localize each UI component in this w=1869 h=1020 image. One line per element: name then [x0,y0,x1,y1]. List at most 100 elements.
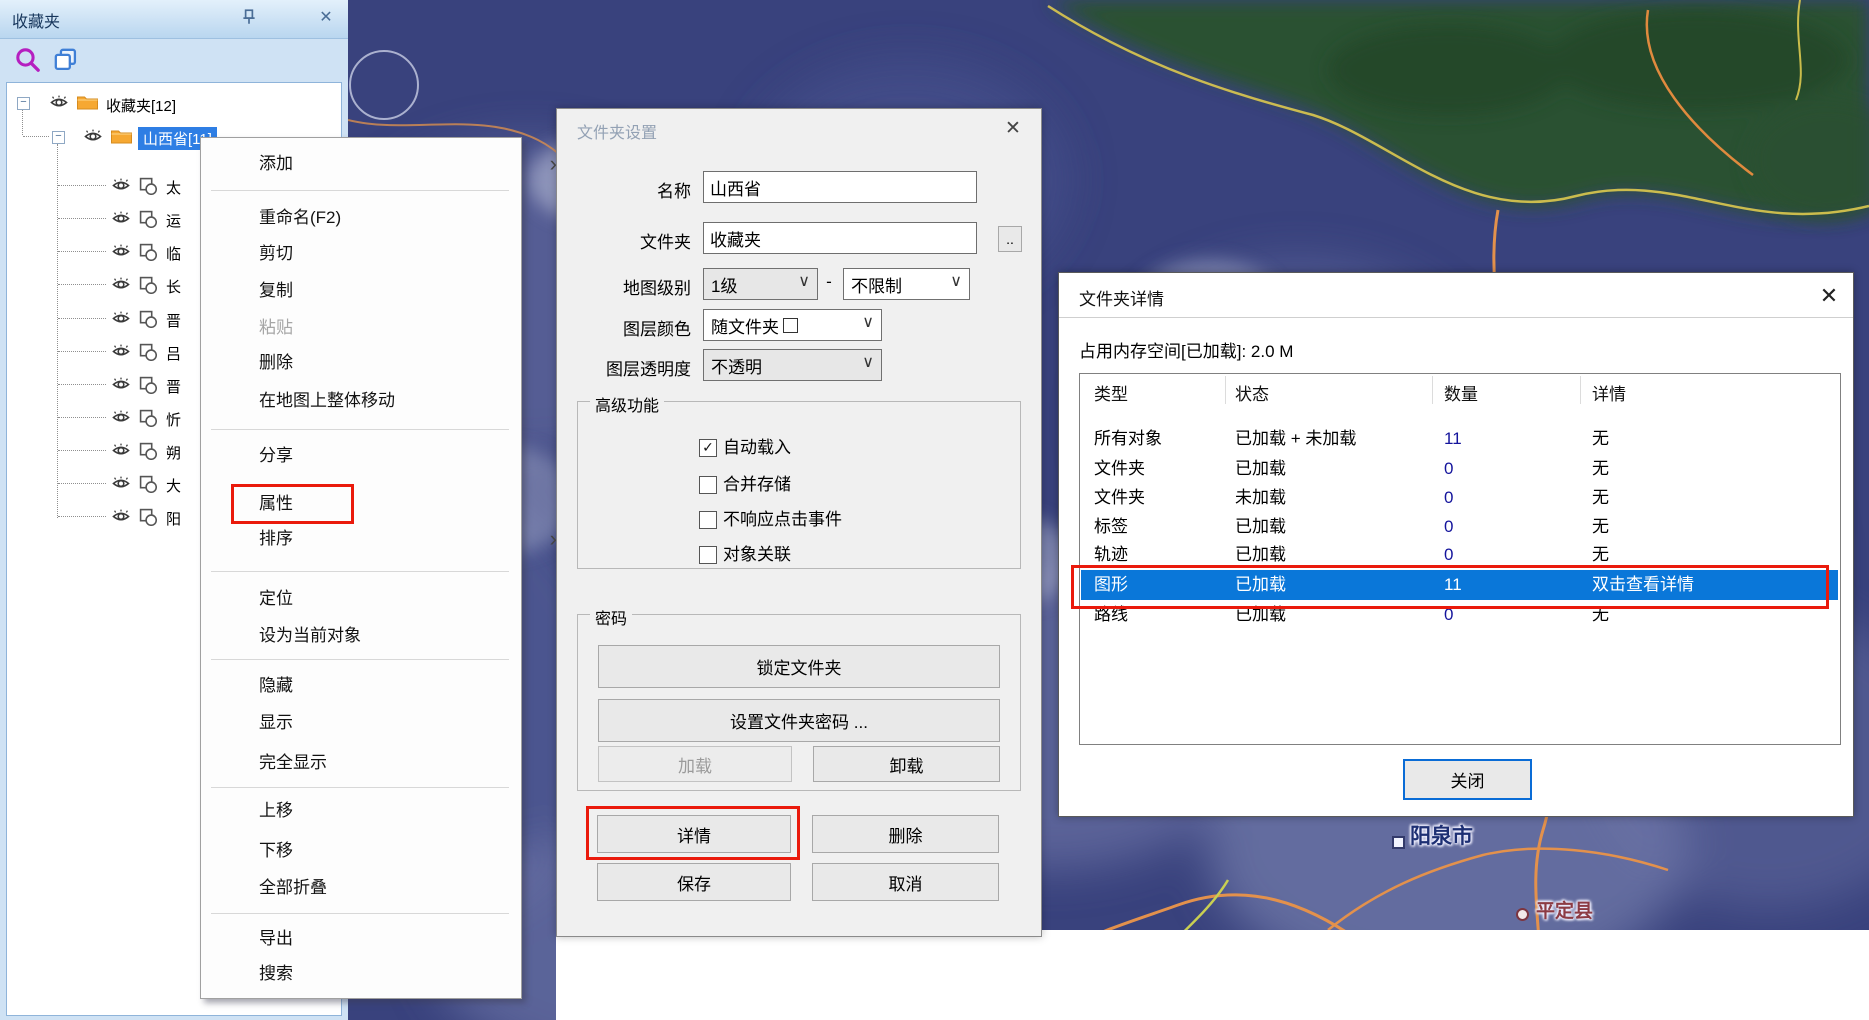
search-icon[interactable] [14,46,42,74]
tree-item[interactable]: 晋 [166,376,181,397]
eye-icon[interactable] [110,377,132,392]
table-cell[interactable]: 已加载 + 未加载 [1235,428,1356,450]
dialog-close-icon[interactable]: ✕ [1001,117,1025,140]
eye-icon[interactable] [110,476,132,491]
tree-item[interactable]: 忻 [166,409,181,430]
table-cell[interactable]: 标签 [1094,516,1128,538]
tree-item[interactable]: 朔 [166,442,181,463]
panel-close-icon[interactable]: ✕ [316,8,336,28]
tree-item[interactable]: 晋 [166,310,181,331]
table-cell[interactable]: 已加载 [1235,516,1286,538]
eye-icon[interactable] [110,509,132,524]
table-cell[interactable]: 已加载 [1235,544,1286,566]
tree-item[interactable]: 运 [166,210,181,231]
checkbox-merge-storage[interactable]: ✓ 合并存储 [699,475,791,495]
eye-icon[interactable] [110,211,132,226]
close-button[interactable]: 关闭 [1403,759,1532,800]
menu-item-copy[interactable]: 复制 [202,276,571,306]
collapse-toggle[interactable]: − [17,97,30,110]
table-cell[interactable]: 文件夹 [1094,458,1145,480]
tree-item[interactable]: 长 [166,276,181,297]
menu-item-export[interactable]: 导出 [202,924,571,954]
table-cell[interactable]: 无 [1592,487,1609,509]
menu-item-add[interactable]: 添加 › [202,149,571,179]
checkbox-auto-load[interactable]: ✓ 自动载入 [699,438,791,458]
menu-item-search[interactable]: 搜索 [202,959,571,989]
menu-item-move-on-map[interactable]: 在地图上整体移动 [202,386,571,416]
tree-item-root[interactable]: 收藏夹[12] [106,95,176,116]
tree-item[interactable]: 太 [166,177,181,198]
tree-item[interactable]: 阳 [166,508,181,529]
menu-item-cut[interactable]: 剪切 [202,239,571,269]
menu-item-set-current[interactable]: 设为当前对象 [202,621,571,651]
table-cell[interactable]: 无 [1592,458,1609,480]
menu-item-delete[interactable]: 删除 [202,348,571,378]
pin-icon[interactable] [240,8,260,28]
eye-icon[interactable] [110,410,132,425]
table-cell[interactable]: 0 [1444,604,1453,626]
eye-icon[interactable] [110,277,132,292]
table-cell-selected[interactable]: 已加载 [1235,574,1286,596]
table-cell[interactable]: 已加载 [1235,604,1286,626]
browse-button[interactable]: .. [998,226,1022,252]
collapse-toggle[interactable]: − [52,131,65,144]
menu-item-sort[interactable]: 排序 › [202,524,571,554]
menu-item-collapse-all[interactable]: 全部折叠 [202,873,571,903]
menu-item-move-up[interactable]: 上移 [202,796,571,826]
menu-item-rename[interactable]: 重命名(F2) [202,203,571,233]
set-password-button[interactable]: 设置文件夹密码 ... [598,699,1000,742]
details-button[interactable]: 详情 [597,815,791,853]
eye-icon[interactable] [110,311,132,326]
table-cell-selected[interactable]: 双击查看详情 [1592,574,1694,596]
eye-icon[interactable] [110,443,132,458]
eye-icon[interactable] [110,344,132,359]
folder-input[interactable] [703,222,977,254]
table-cell[interactable]: 无 [1592,516,1609,538]
copy-layers-icon[interactable] [52,46,80,74]
eye-icon[interactable] [110,244,132,259]
table-cell[interactable]: 所有对象 [1094,428,1162,450]
save-button[interactable]: 保存 [597,863,791,901]
tree-item[interactable]: 吕 [166,343,181,364]
tree-item[interactable]: 大 [166,475,181,496]
tree-item[interactable]: 临 [166,243,181,264]
table-cell[interactable]: 0 [1444,544,1453,566]
layer-color-select[interactable]: 随文件夹 ∨ [703,309,882,341]
unload-button[interactable]: 卸载 [813,746,1000,782]
map-level-from-select[interactable]: 1级 ∨ [703,268,818,300]
cancel-button[interactable]: 取消 [812,863,999,901]
lock-folder-button[interactable]: 锁定文件夹 [598,645,1000,688]
table-cell[interactable]: 轨迹 [1094,544,1128,566]
menu-item-locate[interactable]: 定位 [202,584,571,614]
table-cell[interactable]: 无 [1592,604,1609,626]
menu-item-show[interactable]: 显示 [202,708,571,738]
column-header-count[interactable]: 数量 [1444,380,1478,405]
layer-opacity-select[interactable]: 不透明 ∨ [703,349,882,381]
eye-icon[interactable] [48,95,70,110]
menu-item-hide[interactable]: 隐藏 [202,671,571,701]
table-cell[interactable]: 11 [1444,428,1462,450]
table-cell[interactable]: 文件夹 [1094,487,1145,509]
eye-icon[interactable] [82,129,104,144]
menu-item-move-down[interactable]: 下移 [202,836,571,866]
dialog-close-icon[interactable]: ✕ [1817,283,1841,309]
column-header-type[interactable]: 类型 [1094,380,1128,405]
table-cell[interactable]: 路线 [1094,604,1128,626]
table-cell[interactable]: 无 [1592,428,1609,450]
menu-item-show-all[interactable]: 完全显示 [202,748,571,778]
table-cell[interactable]: 无 [1592,544,1609,566]
table-cell[interactable]: 已加载 [1235,458,1286,480]
name-input[interactable] [703,171,977,203]
checkbox-no-click-events[interactable]: ✓ 不响应点击事件 [699,510,842,530]
menu-item-share[interactable]: 分享 [202,441,571,471]
delete-button[interactable]: 删除 [812,815,999,853]
map-level-to-select[interactable]: 不限制 ∨ [843,268,970,300]
column-header-detail[interactable]: 详情 [1592,380,1626,405]
eye-icon[interactable] [110,178,132,193]
table-cell[interactable]: 未加载 [1235,487,1286,509]
table-cell-selected[interactable]: 图形 [1094,574,1128,596]
table-cell[interactable]: 0 [1444,516,1453,538]
table-cell[interactable]: 0 [1444,458,1453,480]
menu-item-properties[interactable]: 属性 [202,489,571,519]
column-header-status[interactable]: 状态 [1235,380,1269,405]
